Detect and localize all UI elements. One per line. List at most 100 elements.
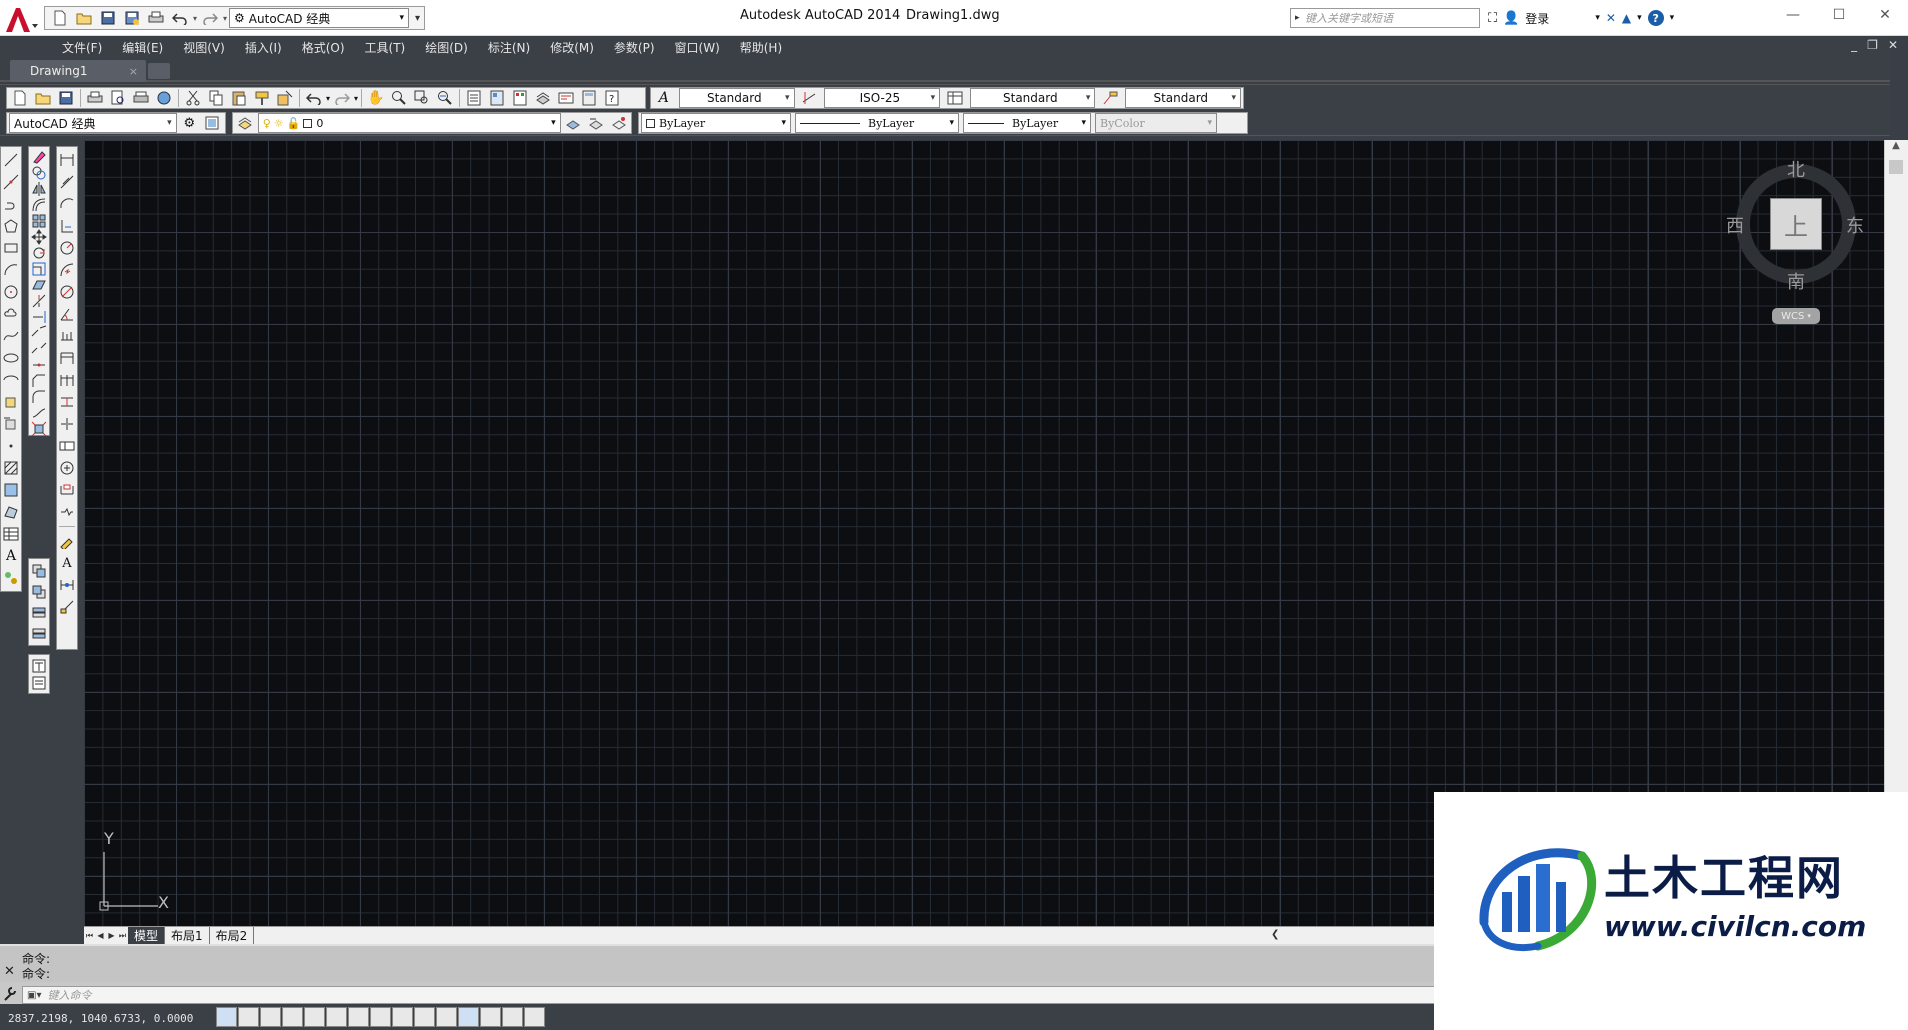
binoculars-icon[interactable]: ⛶ <box>1488 11 1497 26</box>
text-find-icon[interactable] <box>29 674 49 691</box>
clean-screen-icon[interactable] <box>202 113 223 133</box>
region-icon[interactable] <box>1 501 21 523</box>
help-icon[interactable]: ? <box>601 88 623 108</box>
wcs-menu-button[interactable]: WCS ▾ <box>1772 308 1820 324</box>
menu-dimension[interactable]: 标注(N) <box>478 39 540 56</box>
dimension-space-icon[interactable] <box>57 391 77 413</box>
center-mark-icon[interactable] <box>57 457 77 479</box>
user-icon[interactable]: 👤 <box>1503 11 1519 26</box>
redo-dropdown-icon[interactable]: ▾ <box>354 94 358 103</box>
new-drawing-tab-icon[interactable] <box>148 63 170 79</box>
text-edit-icon[interactable] <box>29 657 49 674</box>
point-icon[interactable] <box>1 435 21 457</box>
dimension-style-icon[interactable] <box>57 596 77 618</box>
inspection-icon[interactable] <box>57 479 77 501</box>
add-selected-icon[interactable] <box>1 567 21 589</box>
continue-icon[interactable] <box>57 369 77 391</box>
cut-icon[interactable] <box>182 88 204 108</box>
redo-dropdown-icon[interactable]: ▾ <box>223 14 227 23</box>
login-button[interactable]: 登录 <box>1525 10 1549 27</box>
polar-tracking-icon[interactable] <box>304 1007 325 1027</box>
table-style-icon[interactable] <box>944 88 966 108</box>
dimension-text-edit-icon[interactable]: A <box>57 552 77 574</box>
plot-preview-icon[interactable] <box>107 88 129 108</box>
redo-icon[interactable] <box>331 88 353 108</box>
dynamic-ucs-icon[interactable] <box>392 1007 413 1027</box>
layout-tab-layout1[interactable]: 布局1 <box>165 927 210 944</box>
new-icon[interactable] <box>9 88 31 108</box>
command-close-icon[interactable]: ✕ <box>4 964 15 979</box>
offset-icon[interactable] <box>29 197 49 213</box>
layout-tab-model[interactable]: 模型 <box>128 927 166 944</box>
paste-icon[interactable] <box>228 88 250 108</box>
workspace-select[interactable]: ⚙ AutoCAD 经典 ▾ <box>229 8 410 28</box>
customize-qat-icon[interactable]: ▾ <box>411 13 420 24</box>
layout-tab-layout2[interactable]: 布局2 <box>210 927 255 944</box>
exchange-apps-icon[interactable]: ✕ <box>1606 11 1616 25</box>
scroll-up-icon[interactable]: ▲ <box>1885 140 1907 158</box>
revision-cloud-icon[interactable] <box>1 303 21 325</box>
undo-dropdown-icon[interactable]: ▾ <box>326 94 330 103</box>
circle-icon[interactable] <box>1 281 21 303</box>
fillet-icon[interactable] <box>29 389 49 405</box>
open-folder-icon[interactable] <box>73 8 95 28</box>
cursor-coordinates[interactable]: 2837.2198, 1040.6733, 0.0000 <box>8 1012 193 1025</box>
viewcube-face-top[interactable]: 上 <box>1770 198 1822 250</box>
menu-modify[interactable]: 修改(M) <box>540 39 604 56</box>
angular-icon[interactable] <box>57 303 77 325</box>
workspace-toolbar-select[interactable]: AutoCAD 经典 ▾ <box>9 113 177 133</box>
send-under-icon[interactable] <box>29 623 49 644</box>
zoom-previous-icon[interactable] <box>434 88 456 108</box>
minimize-icon[interactable]: — <box>1770 0 1816 30</box>
bring-to-front-icon[interactable] <box>29 561 49 582</box>
design-center-icon[interactable] <box>486 88 508 108</box>
text-style-icon[interactable]: A <box>653 88 675 108</box>
polygon-icon[interactable] <box>1 215 21 237</box>
selection-cycling-icon[interactable] <box>502 1007 523 1027</box>
redo-icon[interactable] <box>199 8 221 28</box>
help-dropdown-icon[interactable]: ▾ <box>1670 13 1675 23</box>
menu-help[interactable]: 帮助(H) <box>730 39 792 56</box>
insert-block-icon[interactable] <box>1 391 21 413</box>
blend-curves-icon[interactable] <box>29 405 49 421</box>
menu-tools[interactable]: 工具(T) <box>355 39 416 56</box>
dynamic-input-icon[interactable] <box>414 1007 435 1027</box>
undo-dropdown-icon[interactable]: ▾ <box>193 14 197 23</box>
save-icon[interactable] <box>97 8 119 28</box>
close-icon[interactable]: ✕ <box>1862 0 1908 30</box>
mleader-style-icon[interactable] <box>1099 88 1121 108</box>
send-to-back-icon[interactable] <box>29 582 49 603</box>
quick-properties-icon[interactable] <box>480 1007 501 1027</box>
first-layout-icon[interactable]: ⏮ <box>84 929 95 943</box>
plot-icon[interactable] <box>84 88 106 108</box>
undo-icon[interactable] <box>169 8 191 28</box>
a360-icon[interactable]: ▲ <box>1622 11 1631 25</box>
table-style-select[interactable]: Standard ▾ <box>969 88 1096 108</box>
join-icon[interactable] <box>29 357 49 373</box>
make-block-icon[interactable] <box>1 413 21 435</box>
extend-icon[interactable] <box>29 309 49 325</box>
previous-layout-icon[interactable]: ◀ <box>95 929 106 943</box>
save-as-icon[interactable] <box>121 8 143 28</box>
table-icon[interactable] <box>1 523 21 545</box>
object-snap-icon[interactable] <box>326 1007 347 1027</box>
menu-draw[interactable]: 绘图(D) <box>415 39 478 56</box>
rectangle-icon[interactable] <box>1 237 21 259</box>
object-snap-tracking-icon[interactable] <box>370 1007 391 1027</box>
login-dropdown-icon[interactable]: ▾ <box>1595 13 1600 23</box>
rotate-icon[interactable] <box>29 245 49 261</box>
multiline-text-icon[interactable]: A <box>1 545 21 567</box>
polyline-icon[interactable] <box>1 193 21 215</box>
publish-icon[interactable] <box>130 88 152 108</box>
explode-icon[interactable] <box>29 421 49 437</box>
menu-view[interactable]: 视图(V) <box>173 39 235 56</box>
linear-dimension-icon[interactable] <box>57 149 77 171</box>
wrench-icon[interactable] <box>3 986 17 1002</box>
undo-icon[interactable] <box>303 88 325 108</box>
infer-constraints-icon[interactable] <box>216 1007 237 1027</box>
quick-dimension-icon[interactable] <box>57 325 77 347</box>
last-layout-icon[interactable]: ⏭ <box>117 929 128 943</box>
block-editor-icon[interactable] <box>274 88 296 108</box>
a360-dropdown-icon[interactable]: ▾ <box>1637 13 1642 23</box>
maximize-icon[interactable]: ☐ <box>1816 0 1862 30</box>
